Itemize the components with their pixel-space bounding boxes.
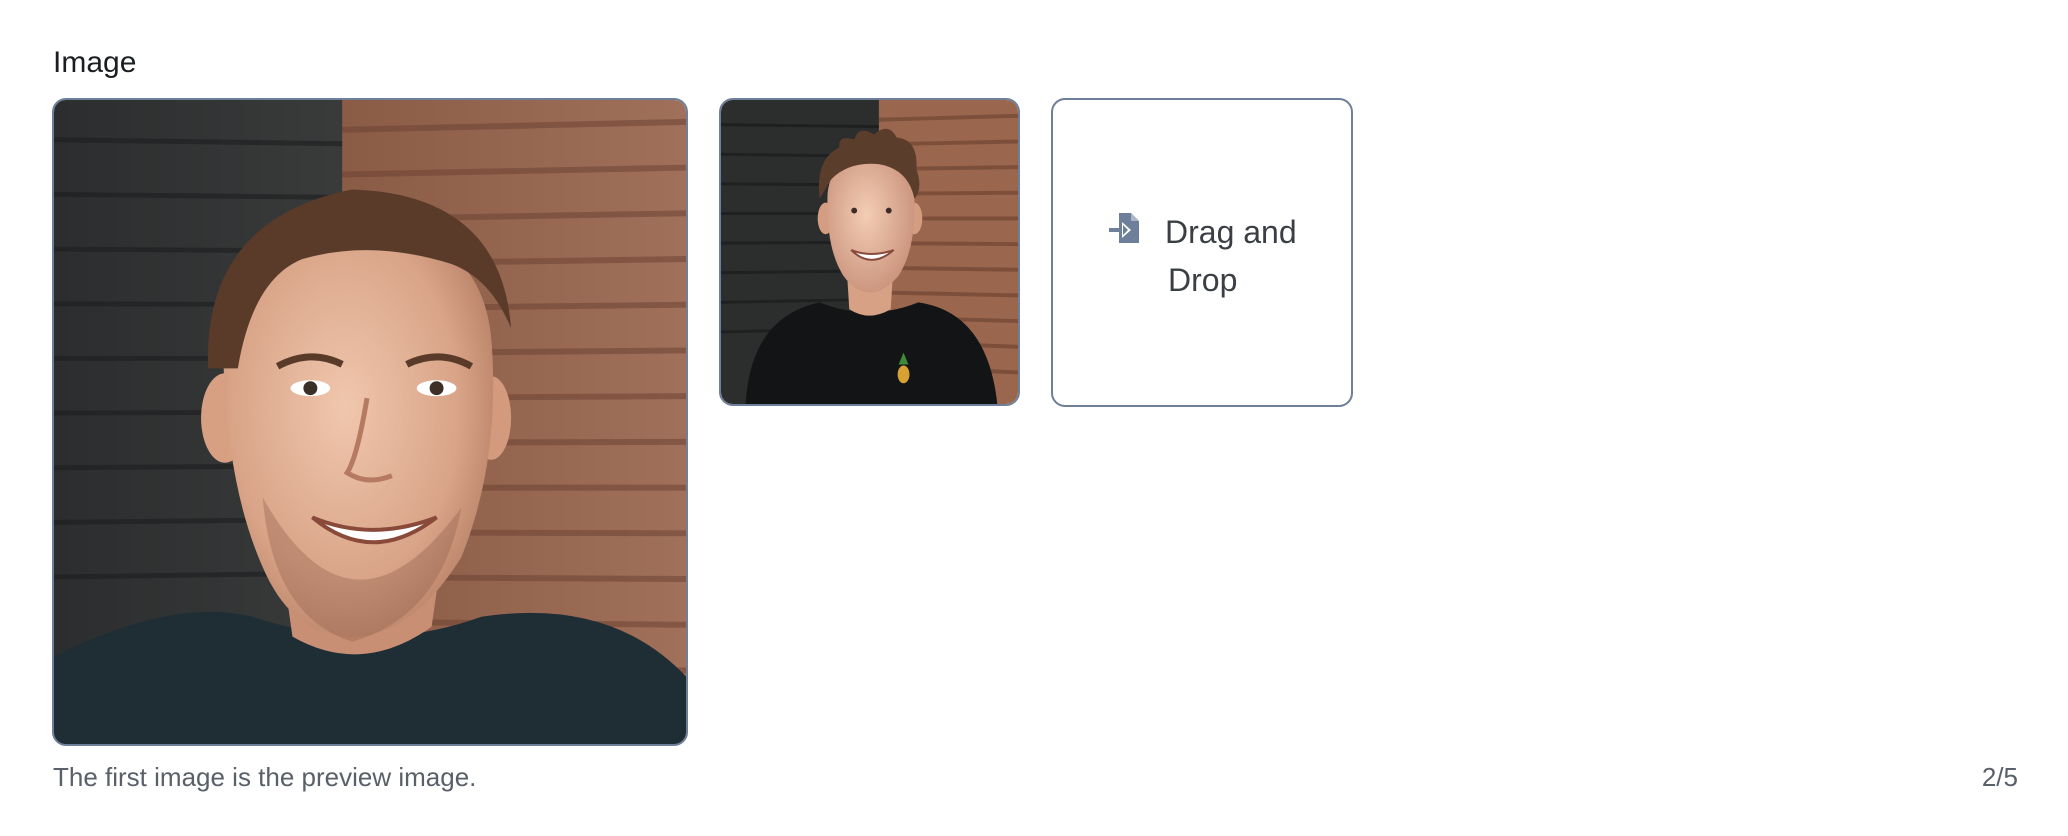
image-count: 2/5 xyxy=(1981,762,2018,792)
drag-and-drop-label-line1: Drag and xyxy=(1165,214,1297,250)
file-import-icon xyxy=(1109,213,1139,243)
second-image-thumbnail[interactable] xyxy=(719,98,1020,406)
preview-image-thumbnail[interactable] xyxy=(52,98,688,746)
drag-and-drop-label: Drag and Drop xyxy=(1165,208,1335,304)
drag-and-drop-zone[interactable]: Drag and Drop xyxy=(1051,98,1353,407)
help-text: The first image is the preview image. xyxy=(53,762,477,792)
drag-and-drop-label-line2: Drop xyxy=(1168,262,1238,298)
second-image xyxy=(721,100,1018,404)
preview-image xyxy=(54,100,686,744)
field-label: Image xyxy=(53,46,137,79)
